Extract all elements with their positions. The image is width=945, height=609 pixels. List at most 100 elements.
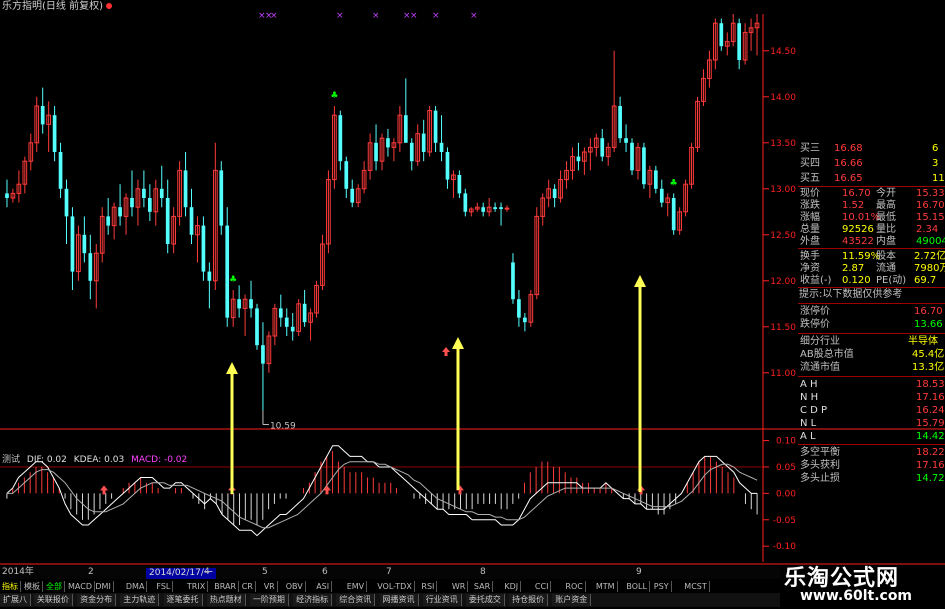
indicator-label: C D P	[800, 405, 828, 416]
candle-body	[481, 207, 486, 212]
candle-body	[737, 23, 742, 60]
low-annotation-label: 10.59	[270, 422, 296, 432]
candle-body	[64, 188, 69, 217]
bid-label: 买五	[800, 173, 820, 184]
candle-body	[421, 133, 426, 152]
indicator-tab[interactable]: 指标	[0, 581, 21, 592]
candle-body	[290, 326, 295, 332]
signal-row: 多头止损 14.72	[798, 472, 945, 485]
indicator-tab[interactable]: FSL	[154, 581, 174, 592]
indicator-tab[interactable]: EMV	[345, 581, 368, 592]
function-tab[interactable]: 经济指标	[293, 594, 333, 606]
indicator-tab[interactable]: MCST	[682, 581, 710, 592]
buy-signal-icon	[442, 347, 450, 356]
panel-tip: 提示:以下数据仅供参考	[799, 289, 903, 300]
function-tab[interactable]: 扩展八	[0, 594, 31, 606]
function-tab[interactable]: 持仓报价	[509, 594, 549, 606]
industry-value: 13.3亿	[912, 362, 945, 373]
candle-body	[106, 216, 111, 226]
candle-body	[165, 198, 170, 244]
indicator-tab[interactable]: CCI	[533, 581, 552, 592]
fund-label: 收益(-)	[800, 275, 832, 286]
panel-separator	[798, 303, 945, 304]
signal-row: 多头获利 17.16	[798, 459, 945, 472]
candle-body	[511, 262, 515, 300]
signal-value: 14.72	[916, 473, 945, 484]
function-tab[interactable]: 委托成交	[465, 594, 505, 606]
candle-body	[225, 225, 230, 318]
candle-body	[344, 161, 349, 189]
price-tick-label: 12.50	[770, 231, 796, 241]
indicator-tab[interactable]: SAR	[472, 581, 494, 592]
limit-row: 涨停价 16.70	[798, 305, 945, 318]
candle-body	[552, 188, 557, 198]
bid-volume: 6	[932, 143, 939, 154]
candle-body	[237, 299, 241, 309]
function-tab[interactable]: 账户资金	[552, 594, 592, 606]
indicator-tab[interactable]: MTM	[594, 581, 618, 592]
indicator-tab[interactable]: PSY	[652, 581, 672, 592]
indicator-tab[interactable]: KDJ	[502, 581, 522, 592]
time-axis-bar: 2014年 2014/02/17/一 2456789	[0, 566, 780, 579]
candle-body	[183, 170, 188, 208]
industry-row: 细分行业 半导体	[798, 335, 945, 348]
function-tab[interactable]: 资金分布	[77, 594, 117, 606]
candle-body	[719, 23, 724, 47]
indicator-tab[interactable]: BOLL	[624, 581, 650, 592]
function-tab[interactable]: 一阶预期	[249, 594, 289, 606]
candle-body	[58, 152, 63, 189]
fund-value: 0.120	[842, 275, 871, 286]
indicator-tab[interactable]: OBV	[284, 581, 306, 592]
indicator-tab[interactable]: ASI	[314, 581, 333, 592]
function-tab[interactable]: 逐笔委托	[163, 594, 203, 606]
bid-price: 16.65	[834, 173, 863, 184]
bid-price: 16.66	[834, 158, 863, 169]
indicator-tab[interactable]: 模板	[22, 581, 43, 592]
price-tick-label: 13.00	[770, 185, 796, 195]
indicator-value: 17.16	[916, 392, 945, 403]
indicator-tab[interactable]: ROC	[563, 581, 586, 592]
indicator-tab[interactable]: MACD	[66, 581, 95, 592]
highlight-arrow-icon	[634, 275, 646, 287]
function-tab[interactable]: 综合资讯	[336, 594, 376, 606]
function-tab[interactable]: 行业资讯	[422, 594, 462, 606]
time-axis-mark: 5	[262, 567, 268, 577]
indicator-row: A L 14.42	[798, 430, 945, 443]
function-tab[interactable]: 网播资讯	[379, 594, 419, 606]
indicator-tab[interactable]: DMA	[124, 581, 148, 592]
candle-body	[624, 138, 628, 143]
candle-body	[463, 193, 468, 212]
indicator-tab[interactable]: DMI	[93, 581, 114, 592]
panel-separator	[798, 333, 945, 334]
indicator-label: A H	[800, 379, 818, 390]
stock-chart-view: 乐方指明(日线 前复权) 11.00 11.50 12.00 12.50 13.00 13…	[0, 0, 945, 609]
indicator-tab[interactable]: BRAR	[212, 581, 240, 592]
candle-body	[278, 308, 283, 318]
indicator-row: N L 15.79	[798, 417, 945, 430]
candle-body	[219, 170, 224, 226]
macd-dea: KDEA: 0.03	[73, 455, 125, 465]
candle-body	[409, 142, 414, 162]
signal-value: 18.22	[916, 447, 945, 458]
candle-body	[284, 317, 289, 327]
macd-tick-label: 0.00	[776, 489, 796, 499]
indicator-tab[interactable]: 全部	[44, 581, 65, 592]
function-tab[interactable]: 关联报价	[33, 594, 73, 606]
indicator-tab[interactable]: RSI	[419, 581, 438, 592]
indicator-tab[interactable]: VR	[262, 581, 278, 592]
function-tab[interactable]: 主力轨迹	[120, 594, 160, 606]
candle-body	[207, 271, 212, 281]
event-marker-icon: ×	[336, 11, 344, 21]
indicator-tab[interactable]: CR	[240, 581, 256, 592]
function-tab[interactable]: 热点题材	[206, 594, 246, 606]
indicator-tab[interactable]: TRIX	[185, 581, 209, 592]
signal-row: 多空平衡 18.22	[798, 446, 945, 459]
stat-value: 43522	[842, 236, 874, 247]
signal-label: 多空平衡	[800, 447, 840, 458]
indicator-value: 15.79	[916, 418, 945, 429]
indicator-tab[interactable]: WR	[450, 581, 469, 592]
candle-body	[118, 207, 122, 217]
limit-value: 13.66	[914, 319, 943, 330]
indicator-label: N H	[800, 392, 819, 403]
indicator-tab[interactable]: VOL-TDX	[375, 581, 415, 592]
